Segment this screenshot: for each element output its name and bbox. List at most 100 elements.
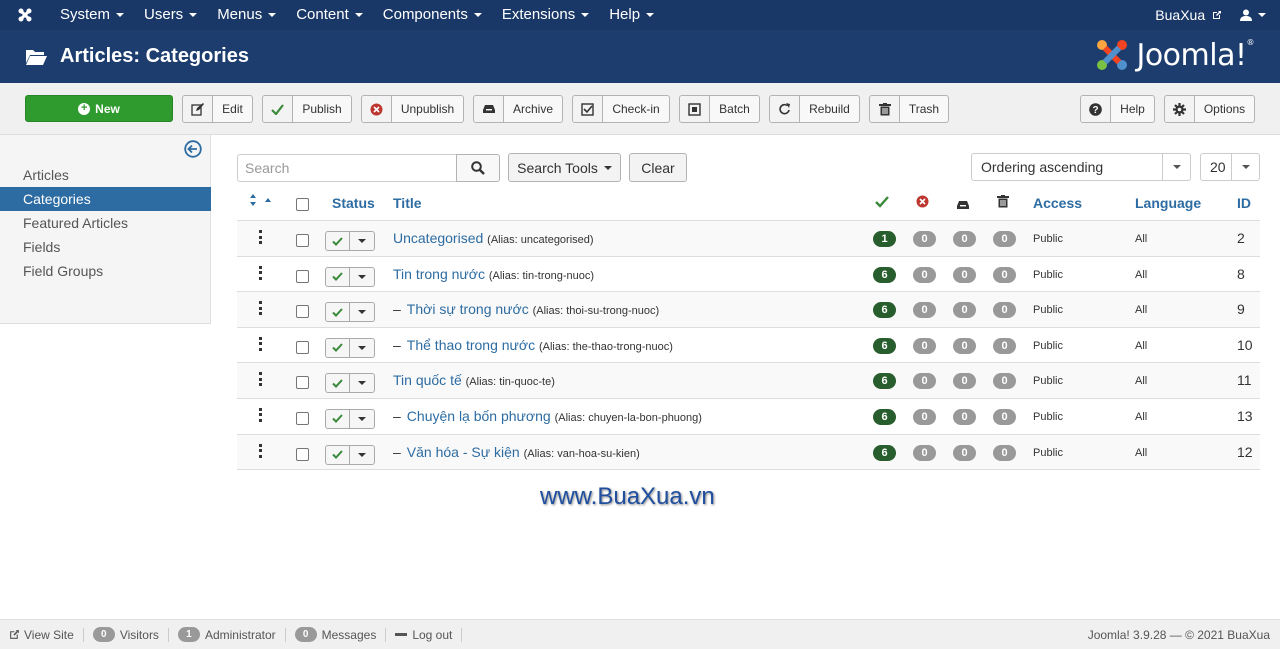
published-check-icon[interactable] (326, 374, 350, 393)
limit-select[interactable]: 20 (1200, 153, 1260, 181)
trash-button[interactable]: Trash (869, 95, 949, 123)
sidebar-item-fields[interactable]: Fields (0, 235, 211, 259)
edit-button[interactable]: Edit (182, 95, 253, 123)
archived-count-badge[interactable]: 0 (953, 266, 976, 283)
site-link[interactable]: BuaXua (1147, 7, 1230, 23)
drag-handle-icon[interactable] (259, 443, 263, 458)
drag-handle-icon[interactable] (259, 265, 263, 280)
drag-handle-icon[interactable] (259, 372, 263, 387)
search-input[interactable] (237, 154, 457, 182)
collapse-sidebar-icon[interactable] (184, 140, 202, 158)
category-title-link[interactable]: Tin trong nước (393, 266, 485, 282)
unpublished-count-badge[interactable]: 0 (913, 444, 936, 461)
category-title-link[interactable]: Tin quốc tế (393, 372, 462, 388)
search-button[interactable] (456, 154, 500, 182)
search-tools-button[interactable]: Search Tools (508, 153, 621, 182)
column-title[interactable]: Title (393, 195, 422, 211)
status-toggle[interactable] (325, 337, 375, 358)
sidebar-item-articles[interactable]: Articles (0, 163, 211, 187)
ordering-select[interactable]: Ordering ascending (971, 153, 1191, 181)
drag-handle-icon[interactable] (259, 230, 263, 244)
trashed-count-badge[interactable]: 0 (993, 337, 1016, 354)
published-check-icon[interactable] (326, 445, 350, 464)
unpublished-count-badge[interactable]: 0 (913, 266, 936, 283)
column-access[interactable]: Access (1033, 195, 1082, 211)
published-count-badge[interactable]: 1 (873, 231, 896, 247)
category-title-link[interactable]: Thời sự trong nước (407, 301, 529, 317)
unpublished-count-badge[interactable]: 0 (913, 337, 936, 354)
chevron-down-icon[interactable] (350, 446, 374, 464)
archived-count-badge[interactable]: 0 (953, 302, 976, 319)
rebuild-button[interactable]: Rebuild (769, 95, 860, 123)
messages-link[interactable]: 0 Messages (286, 627, 387, 642)
published-count-badge[interactable]: 6 (873, 444, 896, 461)
archived-count-badge[interactable]: 0 (953, 408, 976, 425)
published-count-badge[interactable]: 6 (873, 408, 896, 425)
archived-count-badge[interactable]: 0 (953, 337, 976, 354)
category-title-link[interactable]: Uncategorised (393, 230, 483, 246)
status-toggle[interactable] (325, 444, 375, 465)
unpublished-count-badge[interactable]: 0 (913, 408, 936, 425)
row-checkbox[interactable] (296, 340, 309, 354)
category-title-link[interactable]: Văn hóa - Sự kiện (407, 444, 520, 460)
menu-users[interactable]: Users (134, 0, 207, 30)
published-count-badge[interactable]: 6 (873, 373, 896, 390)
status-toggle[interactable] (325, 231, 375, 251)
menu-content[interactable]: Content (286, 0, 373, 30)
trashed-count-badge[interactable]: 0 (993, 266, 1016, 283)
published-count-badge[interactable]: 6 (873, 337, 896, 354)
archive-button[interactable]: Archive (473, 95, 563, 123)
logout-link[interactable]: Log out (386, 627, 463, 642)
status-toggle[interactable] (325, 266, 375, 287)
column-status[interactable]: Status (332, 195, 375, 211)
menu-menus[interactable]: Menus (207, 0, 286, 30)
category-title-link[interactable]: Chuyện lạ bốn phương (407, 408, 551, 424)
trashed-count-badge[interactable]: 0 (993, 444, 1016, 461)
published-count-badge[interactable]: 6 (873, 266, 896, 283)
trashed-count-badge[interactable]: 0 (993, 302, 1016, 319)
row-checkbox[interactable] (296, 269, 309, 283)
sidebar-item-featured-articles[interactable]: Featured Articles (0, 211, 211, 235)
published-check-icon[interactable] (326, 303, 350, 322)
row-checkbox[interactable] (296, 411, 309, 425)
chevron-down-icon[interactable] (350, 268, 374, 286)
administrator-link[interactable]: 1 Administrator (169, 627, 286, 642)
view-site-link[interactable]: View Site (0, 627, 84, 642)
joomla-menu-icon[interactable] (0, 0, 50, 30)
trashed-count-badge[interactable]: 0 (993, 408, 1016, 425)
row-checkbox[interactable] (296, 376, 309, 390)
archived-count-badge[interactable]: 0 (953, 444, 976, 461)
chevron-down-icon[interactable] (350, 303, 374, 321)
sidebar-item-field-groups[interactable]: Field Groups (0, 259, 211, 283)
published-check-icon[interactable] (326, 338, 350, 357)
publish-button[interactable]: Publish (262, 95, 352, 123)
menu-extensions[interactable]: Extensions (492, 0, 599, 30)
chevron-down-icon[interactable] (350, 374, 374, 392)
batch-button[interactable]: Batch (679, 95, 760, 123)
options-button[interactable]: Options (1164, 95, 1255, 123)
trashed-count-badge[interactable]: 0 (993, 373, 1016, 390)
drag-handle-icon[interactable] (259, 301, 263, 316)
published-check-icon[interactable] (326, 232, 350, 250)
chevron-down-icon[interactable] (350, 339, 374, 357)
drag-handle-icon[interactable] (259, 407, 263, 422)
help-button[interactable]: ? Help (1080, 95, 1155, 123)
status-toggle[interactable] (325, 408, 375, 429)
menu-components[interactable]: Components (373, 0, 492, 30)
new-button[interactable]: + New (25, 95, 173, 122)
menu-system[interactable]: System (50, 0, 134, 30)
row-checkbox[interactable] (296, 447, 309, 461)
menu-help[interactable]: Help (599, 0, 664, 30)
archived-count-badge[interactable]: 0 (953, 231, 976, 247)
archived-count-badge[interactable]: 0 (953, 373, 976, 390)
status-toggle[interactable] (325, 302, 375, 323)
select-all-checkbox[interactable] (296, 198, 309, 211)
status-toggle[interactable] (325, 373, 375, 394)
trashed-count-badge[interactable]: 0 (993, 231, 1016, 247)
ordering-sort-icon[interactable] (249, 193, 275, 210)
row-checkbox[interactable] (296, 305, 309, 319)
sidebar-item-categories[interactable]: Categories (0, 187, 211, 211)
drag-handle-icon[interactable] (259, 336, 263, 351)
unpublish-button[interactable]: Unpublish (361, 95, 464, 123)
published-count-badge[interactable]: 6 (873, 302, 896, 319)
